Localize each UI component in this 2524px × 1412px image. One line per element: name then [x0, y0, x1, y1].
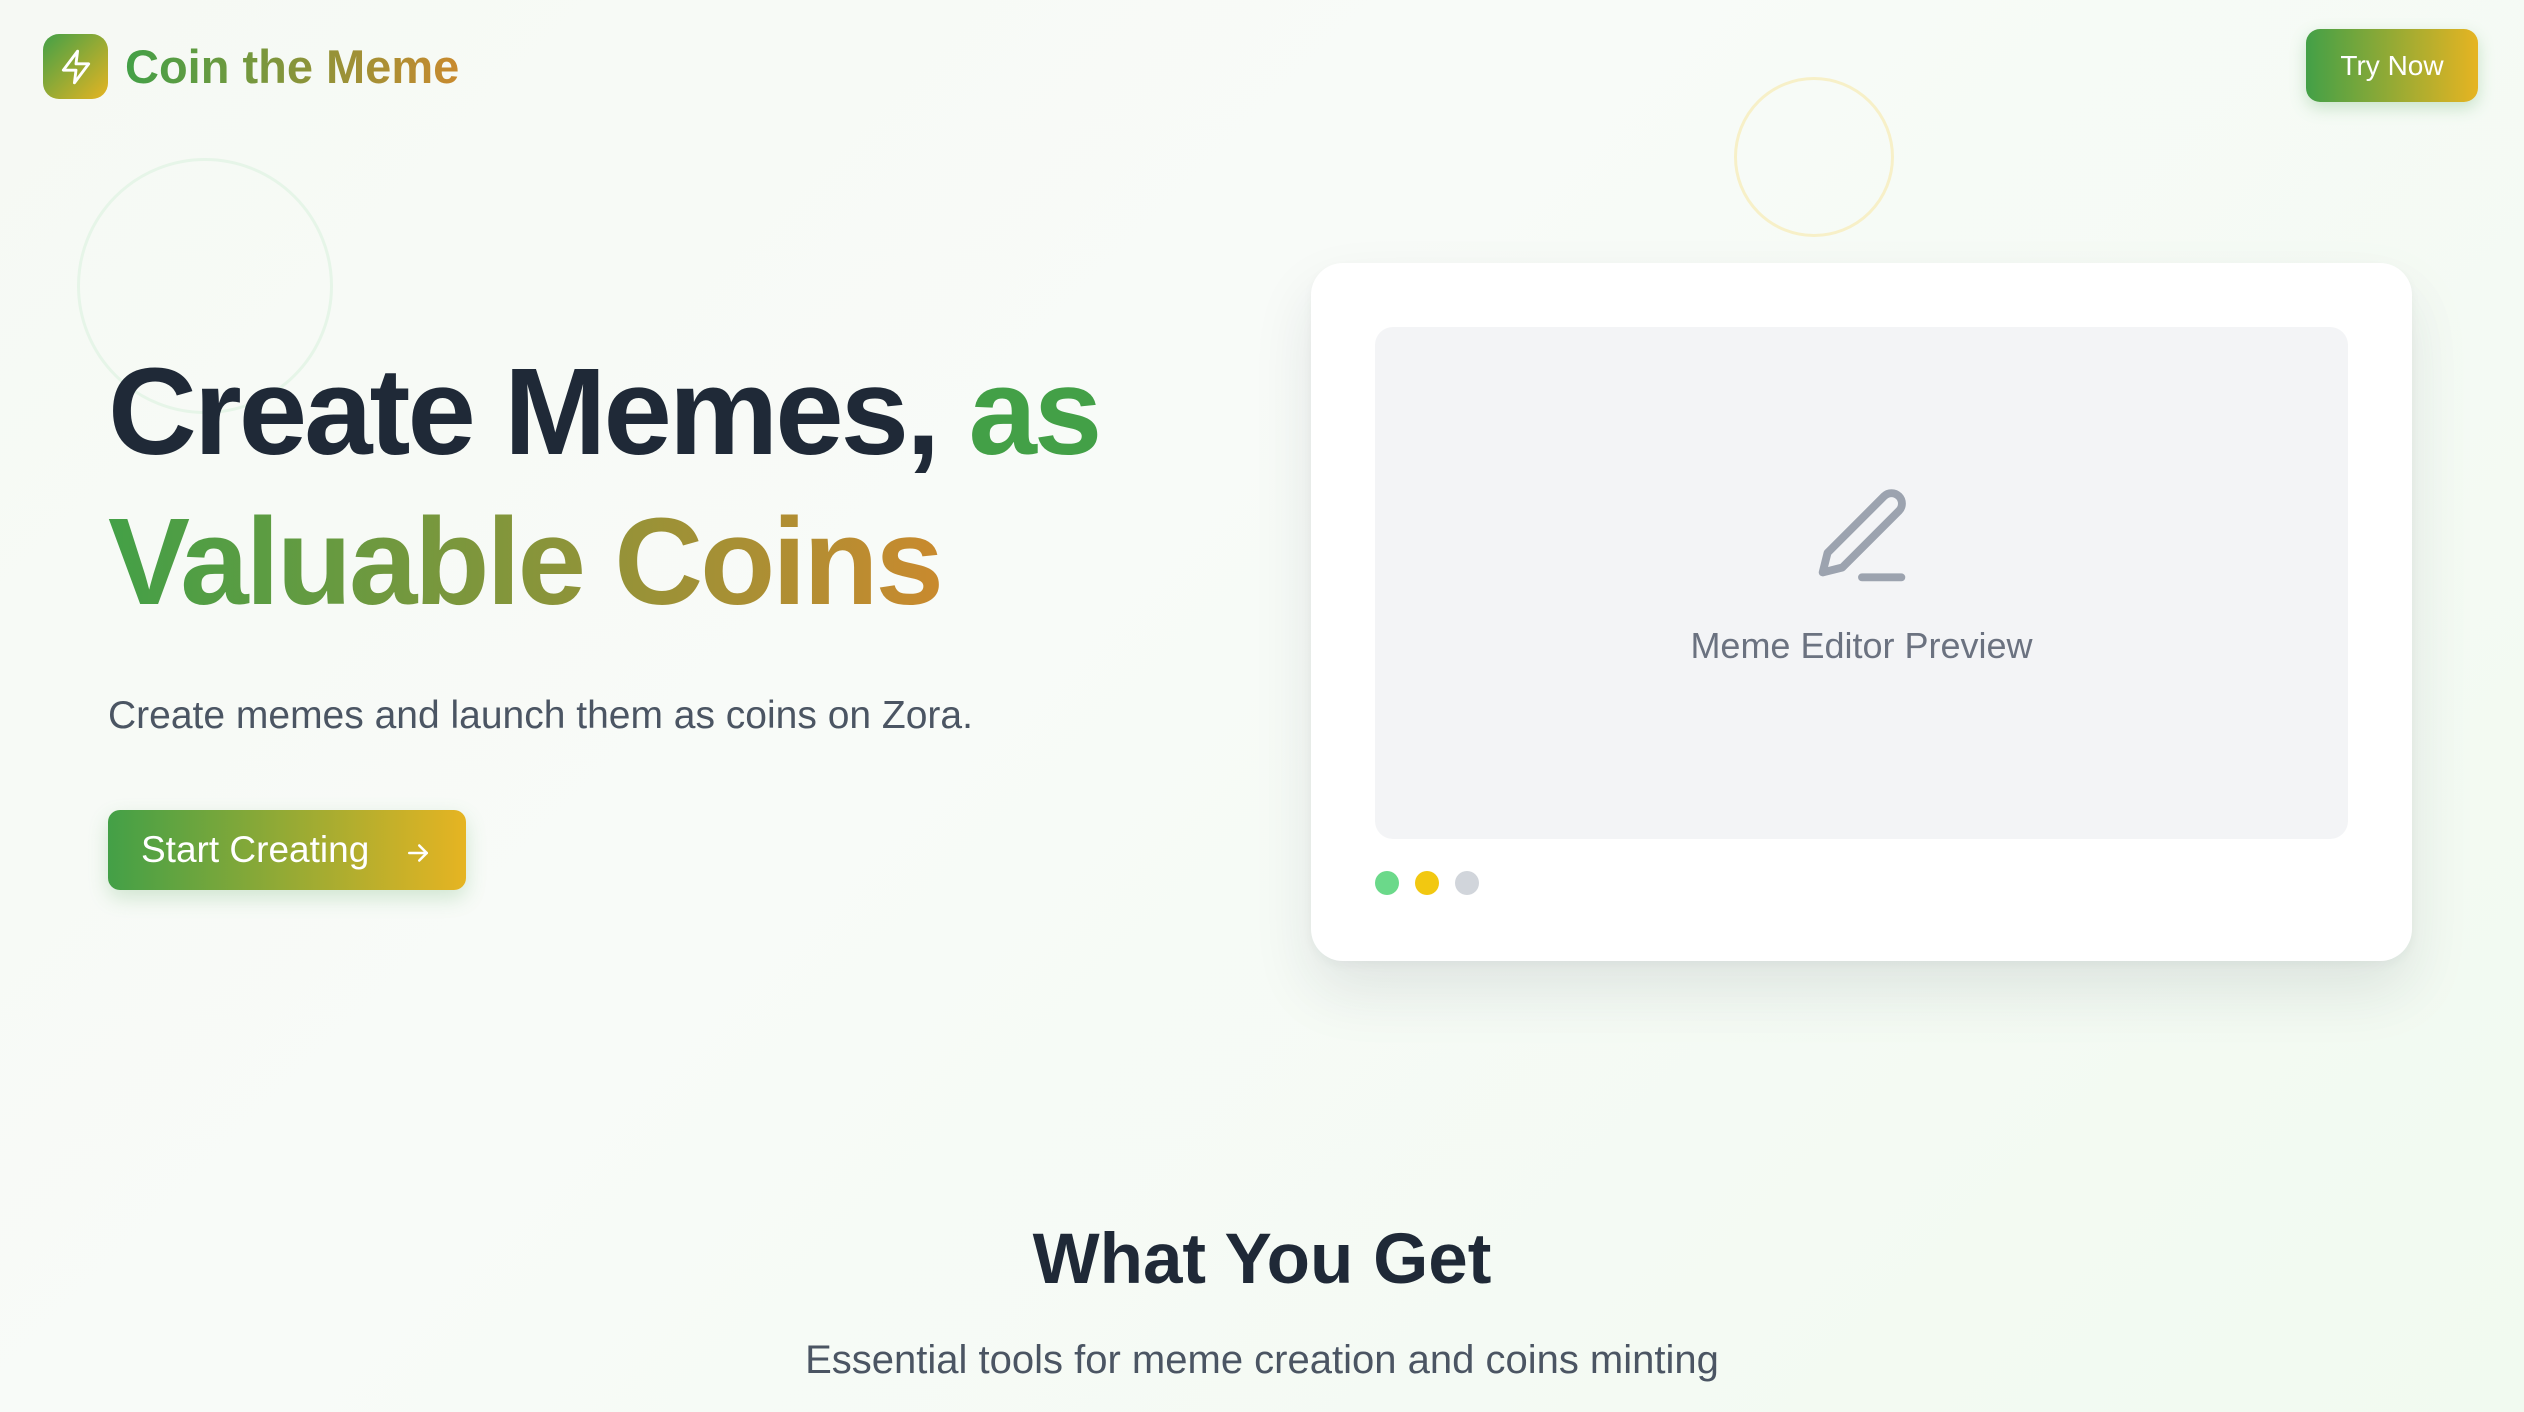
preview-label: Meme Editor Preview: [1690, 625, 2033, 666]
hero-subtitle: Create memes and launch them as coins on…: [108, 694, 973, 737]
hero-title-line1: Create Memes,: [108, 344, 940, 481]
hero-title-accent: as: [968, 344, 1102, 481]
status-dot-green: [1375, 871, 1399, 895]
status-dot-gray: [1455, 871, 1479, 895]
start-creating-button[interactable]: Start Creating: [108, 810, 466, 890]
lightning-bolt-icon: [43, 34, 108, 99]
meme-editor-canvas[interactable]: Meme Editor Preview: [1375, 327, 2348, 839]
try-now-button[interactable]: Try Now: [2306, 29, 2478, 102]
preview-status-dots: [1375, 871, 1479, 895]
hero-title-line2: Valuable Coins: [108, 488, 944, 638]
pencil-icon: [1803, 479, 1921, 597]
status-dot-yellow: [1415, 871, 1439, 895]
brand-logo[interactable]: Coin the Meme: [43, 34, 459, 99]
meme-editor-preview-card: Meme Editor Preview: [1311, 263, 2412, 961]
section-subtitle: Essential tools for meme creation and co…: [805, 1338, 1719, 1382]
brand-name: Coin the Meme: [125, 34, 459, 99]
site-header: Coin the Meme Try Now: [0, 0, 2524, 132]
hero-title: Create Memes, as Valuable Coins: [108, 338, 1258, 638]
section-title: What You Get: [1032, 1220, 1492, 1299]
arrow-right-icon: [403, 835, 433, 865]
start-creating-label: Start Creating: [141, 829, 370, 870]
